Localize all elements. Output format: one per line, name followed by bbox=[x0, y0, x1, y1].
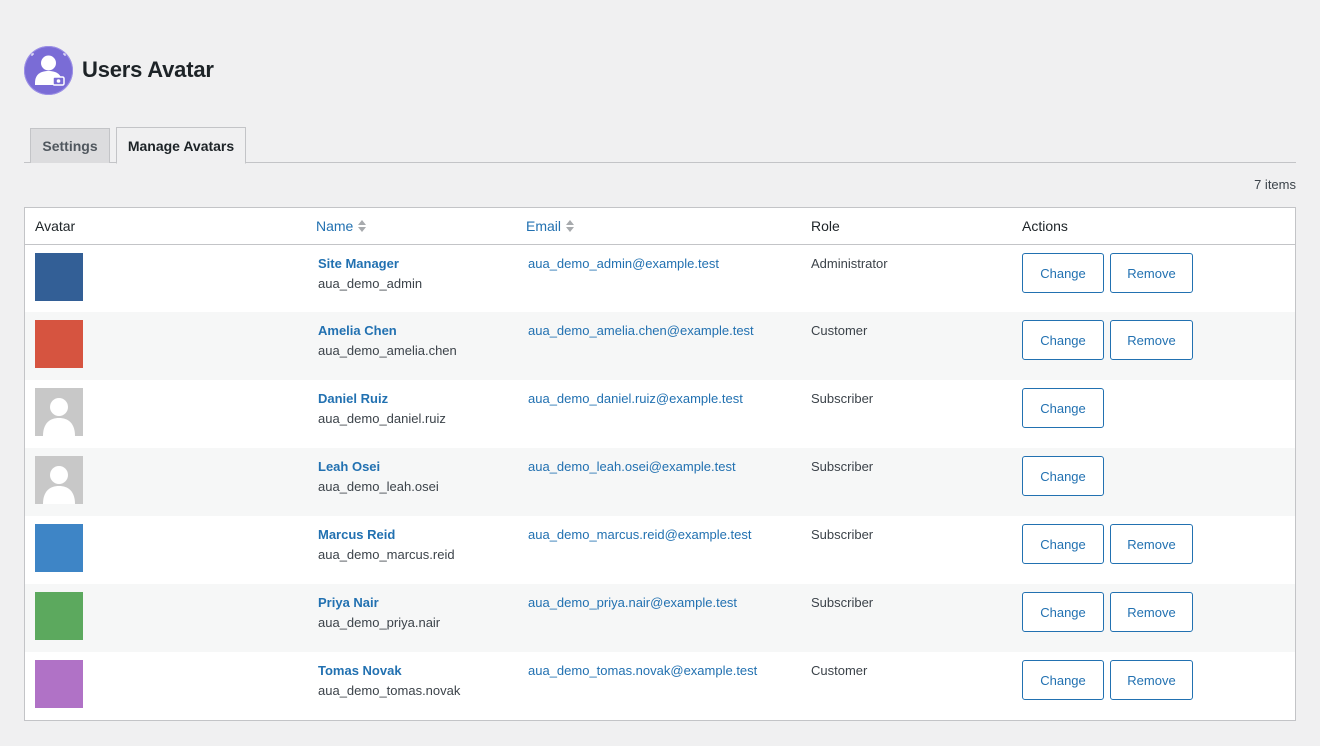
avatar bbox=[35, 660, 83, 708]
column-header-avatar: Avatar bbox=[35, 218, 76, 234]
user-email-link[interactable]: aua_demo_marcus.reid@example.test bbox=[528, 527, 751, 542]
user-login: aua_demo_tomas.novak bbox=[318, 683, 461, 698]
user-avatar-icon bbox=[24, 45, 73, 95]
user-email-link[interactable]: aua_demo_amelia.chen@example.test bbox=[528, 323, 754, 338]
table-row: Leah Osei aua_demo_leah.osei aua_demo_leah… bbox=[25, 448, 1295, 516]
page-header: Users Avatar bbox=[24, 45, 214, 95]
page-title: Users Avatar bbox=[82, 57, 214, 82]
user-email-link[interactable]: aua_demo_daniel.ruiz@example.test bbox=[528, 391, 743, 406]
table-row: Tomas Novak aua_demo_tomas.novak aua_demo_… bbox=[25, 652, 1295, 720]
table-row: Marcus Reid aua_demo_marcus.reid aua_demo_… bbox=[25, 516, 1295, 584]
table-row: Priya Nair aua_demo_priya.nair aua_demo_pr… bbox=[25, 584, 1295, 652]
tab-settings[interactable]: Settings bbox=[30, 128, 110, 163]
sort-icon bbox=[358, 220, 367, 232]
change-avatar-button[interactable]: Change bbox=[1022, 456, 1104, 496]
change-avatar-button[interactable]: Change bbox=[1022, 592, 1104, 632]
user-role: Administrator bbox=[811, 256, 888, 271]
user-role: Subscriber bbox=[811, 459, 874, 474]
tab-bar: Settings Manage Avatars bbox=[24, 127, 1296, 164]
tab-manage-avatars[interactable]: Manage Avatars bbox=[116, 127, 246, 164]
avatars-table: Avatar Name Email Role Actions Site Mana… bbox=[24, 207, 1296, 721]
avatar bbox=[35, 388, 83, 436]
table-row: Daniel Ruiz aua_demo_daniel.ruiz aua_demo_… bbox=[25, 380, 1295, 448]
avatar bbox=[35, 253, 83, 301]
remove-avatar-button[interactable]: Remove bbox=[1110, 320, 1193, 360]
user-login: aua_demo_admin bbox=[318, 276, 423, 291]
remove-avatar-button[interactable]: Remove bbox=[1110, 660, 1193, 700]
user-login: aua_demo_amelia.chen bbox=[318, 343, 457, 358]
column-header-actions: Actions bbox=[1022, 218, 1068, 234]
user-name-link[interactable]: Tomas Novak bbox=[318, 663, 402, 678]
user-email-link[interactable]: aua_demo_priya.nair@example.test bbox=[528, 595, 737, 610]
remove-avatar-button[interactable]: Remove bbox=[1110, 524, 1193, 564]
remove-avatar-button[interactable]: Remove bbox=[1110, 253, 1193, 293]
avatar bbox=[35, 592, 83, 640]
user-role: Customer bbox=[811, 663, 868, 678]
user-login: aua_demo_leah.osei bbox=[318, 479, 439, 494]
user-name-link[interactable]: Amelia Chen bbox=[318, 323, 397, 338]
user-name-link[interactable]: Leah Osei bbox=[318, 459, 380, 474]
table-body: Site Manager aua_demo_admin aua_demo_admin… bbox=[25, 245, 1295, 720]
user-email-link[interactable]: aua_demo_leah.osei@example.test bbox=[528, 459, 736, 474]
change-avatar-button[interactable]: Change bbox=[1022, 660, 1104, 700]
table-row: Amelia Chen aua_demo_amelia.chen aua_demo_… bbox=[25, 312, 1295, 380]
avatar bbox=[35, 320, 83, 368]
user-login: aua_demo_daniel.ruiz bbox=[318, 411, 446, 426]
column-header-role: Role bbox=[811, 218, 840, 234]
column-header-name[interactable]: Name bbox=[316, 218, 367, 234]
user-role: Customer bbox=[811, 323, 868, 338]
avatar bbox=[35, 524, 83, 572]
table-header: Avatar Name Email Role Actions bbox=[25, 208, 1295, 245]
user-login: aua_demo_marcus.reid bbox=[318, 547, 455, 562]
user-name-link[interactable]: Daniel Ruiz bbox=[318, 391, 388, 406]
table-row: Site Manager aua_demo_admin aua_demo_admin… bbox=[25, 245, 1295, 312]
sort-icon bbox=[566, 220, 575, 232]
change-avatar-button[interactable]: Change bbox=[1022, 524, 1104, 564]
user-role: Subscriber bbox=[811, 595, 874, 610]
avatar bbox=[35, 456, 83, 504]
user-name-link[interactable]: Marcus Reid bbox=[318, 527, 395, 542]
change-avatar-button[interactable]: Change bbox=[1022, 388, 1104, 428]
user-role: Subscriber bbox=[811, 391, 874, 406]
user-role: Subscriber bbox=[811, 527, 874, 542]
items-count: 7 items bbox=[1254, 177, 1296, 192]
column-header-email[interactable]: Email bbox=[526, 218, 575, 234]
column-header-name-label: Name bbox=[316, 218, 354, 234]
column-header-email-label: Email bbox=[526, 218, 562, 234]
user-email-link[interactable]: aua_demo_tomas.novak@example.test bbox=[528, 663, 757, 678]
user-login: aua_demo_priya.nair bbox=[318, 615, 441, 630]
change-avatar-button[interactable]: Change bbox=[1022, 253, 1104, 293]
user-email-link[interactable]: aua_demo_admin@example.test bbox=[528, 256, 719, 271]
user-name-link[interactable]: Priya Nair bbox=[318, 595, 379, 610]
change-avatar-button[interactable]: Change bbox=[1022, 320, 1104, 360]
user-name-link[interactable]: Site Manager bbox=[318, 256, 399, 271]
remove-avatar-button[interactable]: Remove bbox=[1110, 592, 1193, 632]
